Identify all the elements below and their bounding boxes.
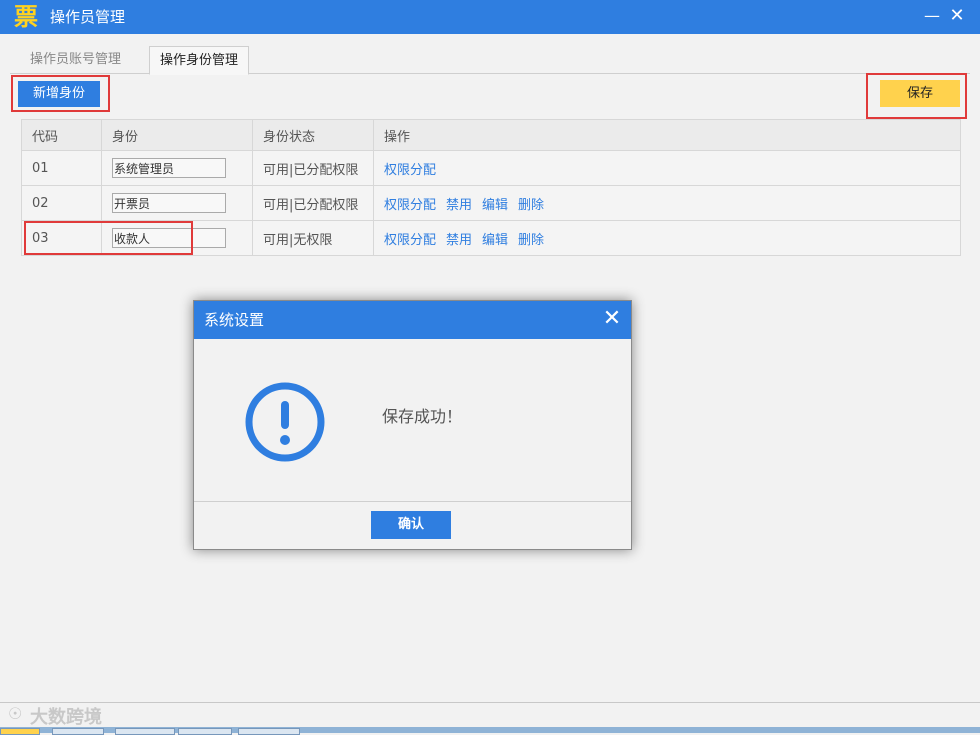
save-button[interactable]: 保存	[880, 80, 960, 107]
watermark-text: 大数跨境	[30, 707, 102, 728]
cell-status: 可用|已分配权限	[252, 150, 374, 186]
assign-permissions-link[interactable]: 权限分配	[384, 233, 436, 248]
col-header-status: 身份状态	[252, 119, 374, 151]
cell-role	[101, 185, 253, 221]
exclamation-circle-icon	[245, 382, 325, 462]
cell-actions: 权限分配 禁用 编辑 删除	[373, 220, 961, 256]
taskbar-item[interactable]	[178, 728, 232, 735]
add-role-button[interactable]: 新增身份	[18, 81, 100, 107]
edit-link[interactable]: 编辑	[482, 198, 508, 213]
watermark-logo-icon: ☉	[8, 704, 23, 723]
taskbar-item[interactable]	[115, 728, 175, 735]
taskbar-item[interactable]	[52, 728, 104, 735]
confirm-button[interactable]: 确认	[371, 511, 451, 539]
disable-link[interactable]: 禁用	[446, 233, 472, 248]
cell-actions: 权限分配 禁用 编辑 删除	[373, 185, 961, 221]
role-name-input[interactable]	[112, 158, 226, 178]
cell-actions: 权限分配	[373, 150, 961, 186]
dialog-title: 系统设置	[204, 311, 265, 329]
delete-link[interactable]: 删除	[518, 233, 544, 248]
edit-link[interactable]: 编辑	[482, 233, 508, 248]
bottom-divider	[0, 702, 980, 703]
tab-operator-accounts[interactable]: 操作员账号管理	[20, 46, 131, 73]
cell-role	[101, 150, 253, 186]
window-title: 操作员管理	[50, 8, 126, 26]
delete-link[interactable]: 删除	[518, 198, 544, 213]
tab-operator-roles[interactable]: 操作身份管理	[149, 46, 250, 75]
col-header-actions: 操作	[373, 119, 961, 151]
cell-code: 01	[21, 150, 102, 186]
table-row: 02 可用|已分配权限 权限分配禁用编辑删除	[21, 185, 961, 221]
assign-permissions-link[interactable]: 权限分配	[384, 198, 436, 213]
cell-status: 可用|无权限	[252, 220, 374, 256]
col-header-code: 代码	[21, 119, 102, 151]
table-header-row: 代码 身份 身份状态 操作	[21, 119, 961, 151]
minimize-button[interactable]: —	[920, 0, 944, 34]
table-row: 01 可用|已分配权限 权限分配	[21, 150, 961, 186]
col-header-role: 身份	[101, 119, 253, 151]
highlight-box-row-03	[24, 221, 193, 255]
save-success-dialog: 系统设置 ✕ 保存成功！ 确认	[193, 300, 632, 550]
title-bar: 票 操作员管理 — ✕	[0, 0, 980, 34]
cell-status: 可用|已分配权限	[252, 185, 374, 221]
close-window-button[interactable]: ✕	[945, 0, 969, 34]
dialog-close-icon[interactable]: ✕	[599, 305, 625, 333]
app-logo: 票	[14, 3, 38, 31]
assign-permissions-link[interactable]: 权限分配	[384, 163, 436, 178]
disable-link[interactable]: 禁用	[446, 198, 472, 213]
dialog-message: 保存成功！	[382, 407, 463, 426]
dialog-divider	[194, 501, 631, 502]
cell-code: 02	[21, 185, 102, 221]
dialog-header: 系统设置 ✕	[194, 301, 631, 339]
role-name-input[interactable]	[112, 193, 226, 213]
taskbar-item[interactable]	[0, 728, 40, 735]
taskbar-item[interactable]	[238, 728, 300, 735]
